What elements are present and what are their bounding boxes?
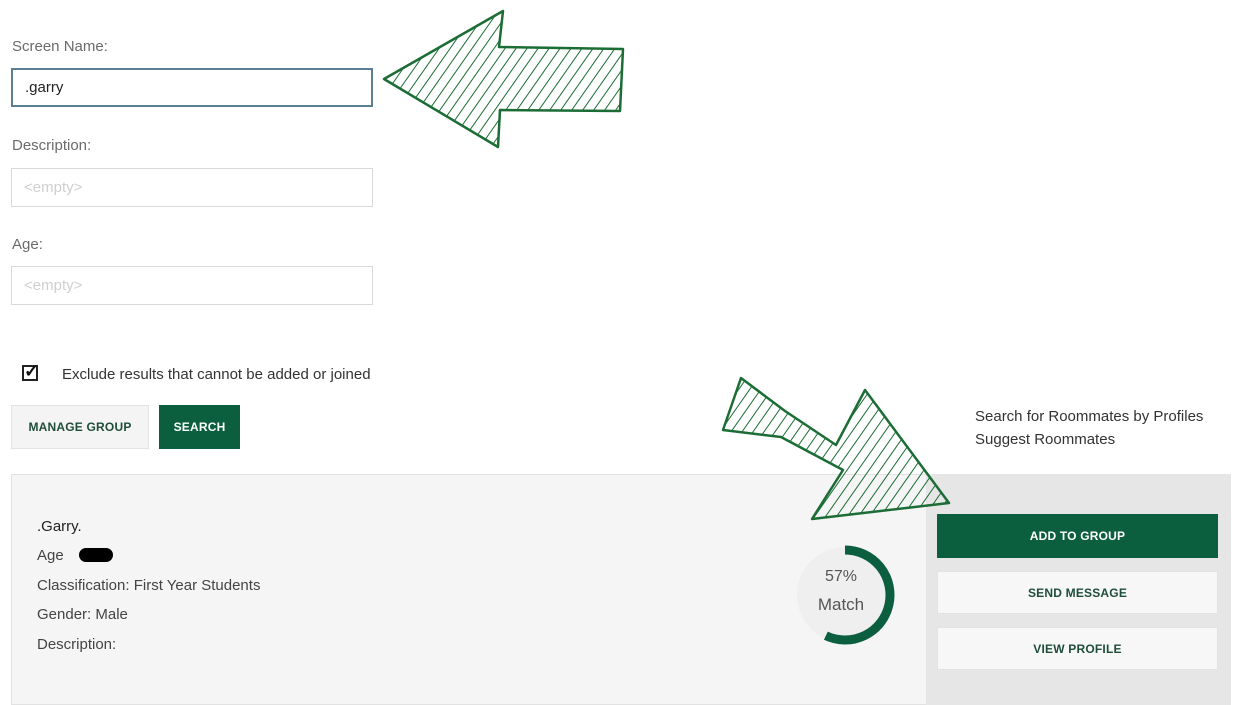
search-by-profiles-link[interactable]: Search for Roommates by Profiles	[975, 408, 1203, 425]
search-button[interactable]: SEARCH	[159, 405, 240, 449]
redaction-mark	[79, 548, 113, 562]
age-label: Age:	[12, 236, 43, 253]
result-name: .Garry.	[37, 518, 82, 535]
exclude-checkbox[interactable]: ✓	[22, 361, 39, 381]
result-description: Description:	[37, 636, 117, 653]
left-arrow-annotation	[382, 9, 625, 149]
description-label: Description:	[12, 137, 92, 154]
send-message-button[interactable]: SEND MESSAGE	[937, 571, 1218, 614]
description-input[interactable]	[11, 168, 373, 207]
result-age-label: Age	[37, 547, 64, 564]
screen-name-input[interactable]	[11, 68, 373, 107]
add-to-group-button[interactable]: ADD TO GROUP	[937, 514, 1218, 558]
result-gender: Gender: Male	[37, 606, 128, 623]
exclude-label: Exclude results that cannot be added or …	[62, 366, 371, 383]
result-classification: Classification: First Year Students	[37, 577, 261, 594]
match-percent: 57%	[824, 568, 858, 585]
checkmark-icon: ✓	[24, 361, 40, 381]
manage-group-button[interactable]: MANAGE GROUP	[11, 405, 149, 449]
match-label: Match	[817, 595, 865, 614]
age-input[interactable]	[11, 266, 373, 305]
screen-name-label: Screen Name:	[12, 38, 108, 55]
suggest-roommates-link[interactable]: Suggest Roommates	[975, 431, 1115, 448]
view-profile-button[interactable]: VIEW PROFILE	[937, 627, 1218, 670]
